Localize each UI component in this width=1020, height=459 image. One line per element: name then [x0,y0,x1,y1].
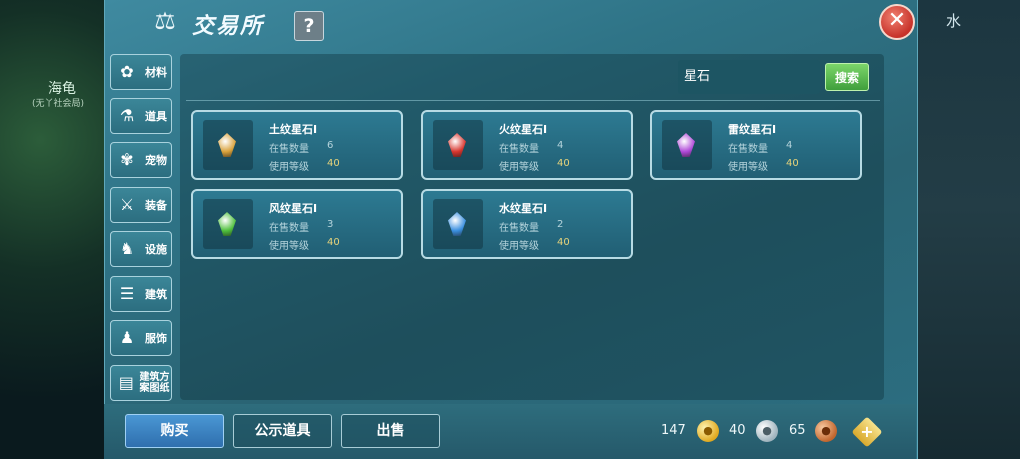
horse-icon: ♞ [119,239,135,258]
sword-icon: ⚔ [119,195,135,214]
category-label: 设施 [145,243,167,256]
bronze-amount: 65 [789,423,806,438]
category-label: 建筑方案图纸 [139,372,170,394]
background-scene-right [914,0,1020,459]
gem-icon [218,133,236,157]
on-sale-label: 在售数量 [728,144,768,155]
background-scene-left [0,0,104,459]
paw-icon: ✾ [120,150,134,169]
on-sale-count: 4 [557,140,564,151]
item-icon-frame [433,120,483,170]
category-label: 服饰 [145,332,167,345]
level-value: 40 [786,158,799,169]
gem-icon [448,212,466,236]
background-label: 水 [946,12,962,30]
item-icon-frame [203,199,253,249]
divider [186,100,880,101]
item-icon-frame [203,120,253,170]
category-label: 宠物 [145,154,167,167]
flask-icon: ⚗ [119,106,135,125]
level-label: 使用等级 [499,162,539,173]
level-label: 使用等级 [499,241,539,252]
showcase-button[interactable]: 公示道具 [233,414,332,448]
item-icon-frame [433,199,483,249]
search-button[interactable]: 搜索 [825,63,869,91]
category-label: 道具 [145,110,167,123]
item-name: 风纹星石Ⅰ [269,202,318,215]
item-card[interactable]: 火纹星石Ⅰ 在售数量 4 使用等级 40 [421,110,633,180]
level-value: 40 [327,237,340,248]
category-clothing[interactable]: ♟ 服饰 [110,320,172,356]
blueprint-icon: ▤ [118,373,134,392]
on-sale-label: 在售数量 [499,223,539,234]
gem-icon [218,212,236,236]
on-sale-count: 4 [786,140,793,151]
npc-name: 海龟 [48,81,76,97]
on-sale-count: 6 [327,140,334,151]
category-equipment[interactable]: ⚔ 装备 [110,187,172,223]
sell-button[interactable]: 出售 [341,414,440,448]
level-value: 40 [557,237,570,248]
category-label: 建筑 [145,288,167,301]
on-sale-label: 在售数量 [269,144,309,155]
item-name: 水纹星石Ⅰ [499,202,548,215]
on-sale-label: 在售数量 [269,223,309,234]
item-name: 火纹星石Ⅰ [499,123,548,136]
bronze-coin-icon: ● [815,420,837,442]
npc-subtitle: (无丫社会局) [32,99,85,109]
gem-icon [448,133,466,157]
on-sale-label: 在售数量 [499,144,539,155]
category-label: 材料 [145,66,167,79]
category-label: 装备 [145,199,167,212]
help-button[interactable]: ? [294,11,324,41]
on-sale-count: 2 [557,219,564,230]
plus-icon: + [860,422,874,441]
silver-amount: 40 [729,423,746,438]
level-label: 使用等级 [269,162,309,173]
add-currency-button[interactable]: + [851,416,883,448]
close-button[interactable]: ✕ [879,4,915,40]
level-label: 使用等级 [269,241,309,252]
item-card[interactable]: 水纹星石Ⅰ 在售数量 2 使用等级 40 [421,189,633,259]
category-materials[interactable]: ✿ 材料 [110,54,172,90]
category-blueprints[interactable]: ▤ 建筑方案图纸 [110,365,172,401]
level-label: 使用等级 [728,162,768,173]
flower-icon: ✿ [120,62,134,81]
item-card[interactable]: 土纹星石Ⅰ 在售数量 6 使用等级 40 [191,110,403,180]
item-name: 土纹星石Ⅰ [269,123,318,136]
gold-amount: 147 [661,423,686,438]
category-pets[interactable]: ✾ 宠物 [110,142,172,178]
buy-button[interactable]: 购买 [125,414,224,448]
clothing-icon: ♟ [119,328,135,347]
building-icon: ☰ [119,284,135,303]
level-value: 40 [557,158,570,169]
item-name: 雷纹星石Ⅰ [728,123,777,136]
item-icon-frame [662,120,712,170]
category-facilities[interactable]: ♞ 设施 [110,231,172,267]
gem-icon [677,133,695,157]
on-sale-count: 3 [327,219,334,230]
search-input[interactable]: 星石 [678,60,820,94]
gold-coin-icon: ● [697,420,719,442]
level-value: 40 [327,158,340,169]
page-title: 交易所 [192,14,265,39]
silver-coin-icon: ● [756,420,778,442]
item-card[interactable]: 风纹星石Ⅰ 在售数量 3 使用等级 40 [191,189,403,259]
category-buildings[interactable]: ☰ 建筑 [110,276,172,312]
scale-icon: ⚖ [154,7,176,35]
item-card[interactable]: 雷纹星石Ⅰ 在售数量 4 使用等级 40 [650,110,862,180]
category-props[interactable]: ⚗ 道具 [110,98,172,134]
